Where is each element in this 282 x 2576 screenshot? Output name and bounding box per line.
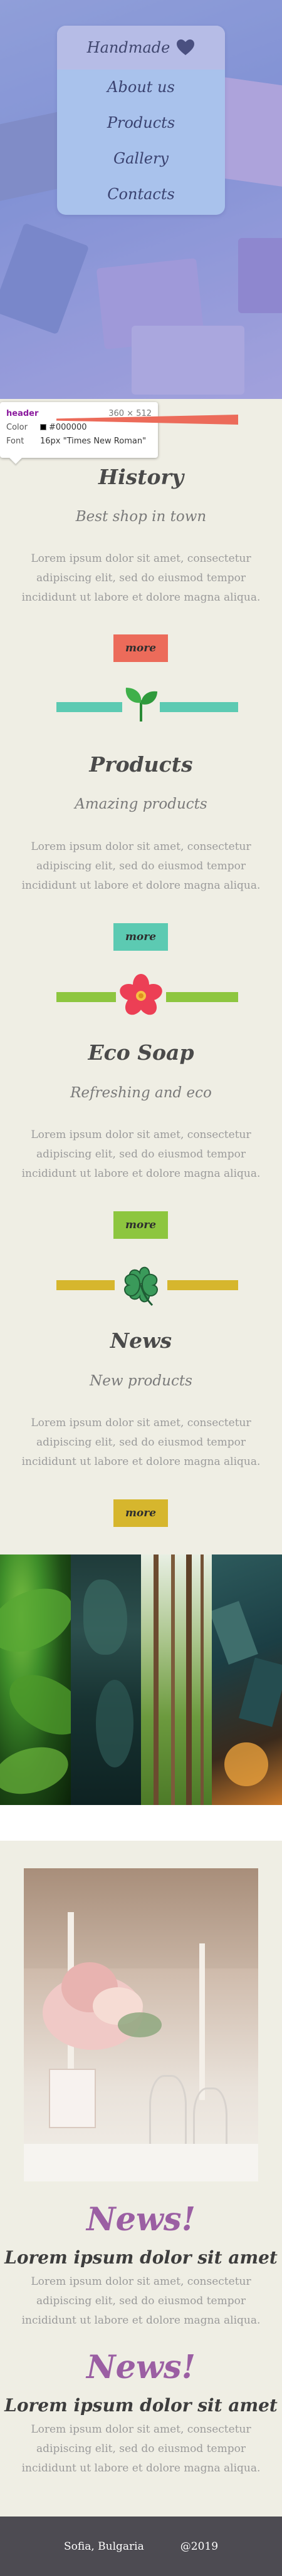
section-text: Lorem ipsum dolor sit amet, consectetur …: [21, 841, 261, 892]
section-subtitle: New products: [90, 1373, 192, 1389]
news-text: Lorem ipsum dolor sit amet, consectetur …: [21, 2423, 261, 2475]
news-heading: News!: [86, 2201, 196, 2238]
news-lead: Lorem ipsum dolor sit amet: [4, 2247, 278, 2268]
section-eco-soap: Eco Soap Refreshing and eco Lorem ipsum …: [0, 972, 282, 1263]
footer-year: @2019: [180, 2540, 219, 2553]
news-photo: [24, 1868, 258, 2181]
gallery-image-city[interactable]: [211, 1554, 282, 1805]
more-button[interactable]: more: [113, 634, 168, 662]
gallery-image-forest[interactable]: [141, 1554, 212, 1805]
gallery-image-pine[interactable]: [70, 1554, 141, 1805]
hero-header: Handmade About us Products Gallery Conta…: [0, 0, 282, 399]
section-news: News New products Lorem ipsum dolor sit …: [0, 1261, 282, 1554]
nav-item-about[interactable]: About us: [57, 70, 225, 105]
section-title: News: [110, 1328, 172, 1353]
nav-menu: Handmade About us Products Gallery Conta…: [57, 26, 225, 215]
nav-item-gallery[interactable]: Gallery: [57, 141, 225, 177]
gallery-image-leaves[interactable]: [0, 1554, 71, 1805]
footer-location: Sofia, Bulgaria: [63, 2540, 144, 2553]
flower-icon: [116, 972, 166, 1020]
divider: [0, 1805, 282, 1841]
nav-item-products[interactable]: Products: [57, 105, 225, 141]
leaf-sprout-icon: [122, 683, 160, 727]
four-leaf-clover-icon: [115, 1261, 167, 1310]
section-text: Lorem ipsum dolor sit amet, consectetur …: [21, 1129, 261, 1180]
heart-icon: [177, 39, 195, 55]
section-title: Products: [89, 752, 193, 777]
section-title: History: [98, 465, 184, 489]
footer: Sofia, Bulgaria @2019: [0, 2517, 282, 2576]
section-products: Products Amazing products Lorem ipsum do…: [0, 683, 282, 975]
section-band: [56, 411, 238, 428]
section-text: Lorem ipsum dolor sit amet, consectetur …: [21, 552, 261, 604]
news-lead: Lorem ipsum dolor sit amet: [4, 2395, 278, 2416]
brand[interactable]: Handmade: [57, 26, 225, 70]
more-button[interactable]: more: [113, 1211, 168, 1239]
nav-item-contacts[interactable]: Contacts: [57, 177, 225, 212]
news-heading: News!: [86, 2349, 196, 2386]
more-button[interactable]: more: [113, 1499, 168, 1527]
more-button[interactable]: more: [113, 923, 168, 951]
section-subtitle: Amazing products: [75, 796, 207, 812]
brand-name: Handmade: [86, 39, 170, 56]
gallery-strip: [0, 1554, 282, 1805]
section-text: Lorem ipsum dolor sit amet, consectetur …: [21, 1417, 261, 1468]
section-title: Eco Soap: [88, 1040, 194, 1065]
news-text: Lorem ipsum dolor sit amet, consectetur …: [21, 2275, 261, 2327]
section-subtitle: Refreshing and eco: [70, 1085, 212, 1101]
section-subtitle: Best shop in town: [75, 509, 207, 525]
section-history: History Best shop in town Lorem ipsum do…: [0, 399, 282, 687]
